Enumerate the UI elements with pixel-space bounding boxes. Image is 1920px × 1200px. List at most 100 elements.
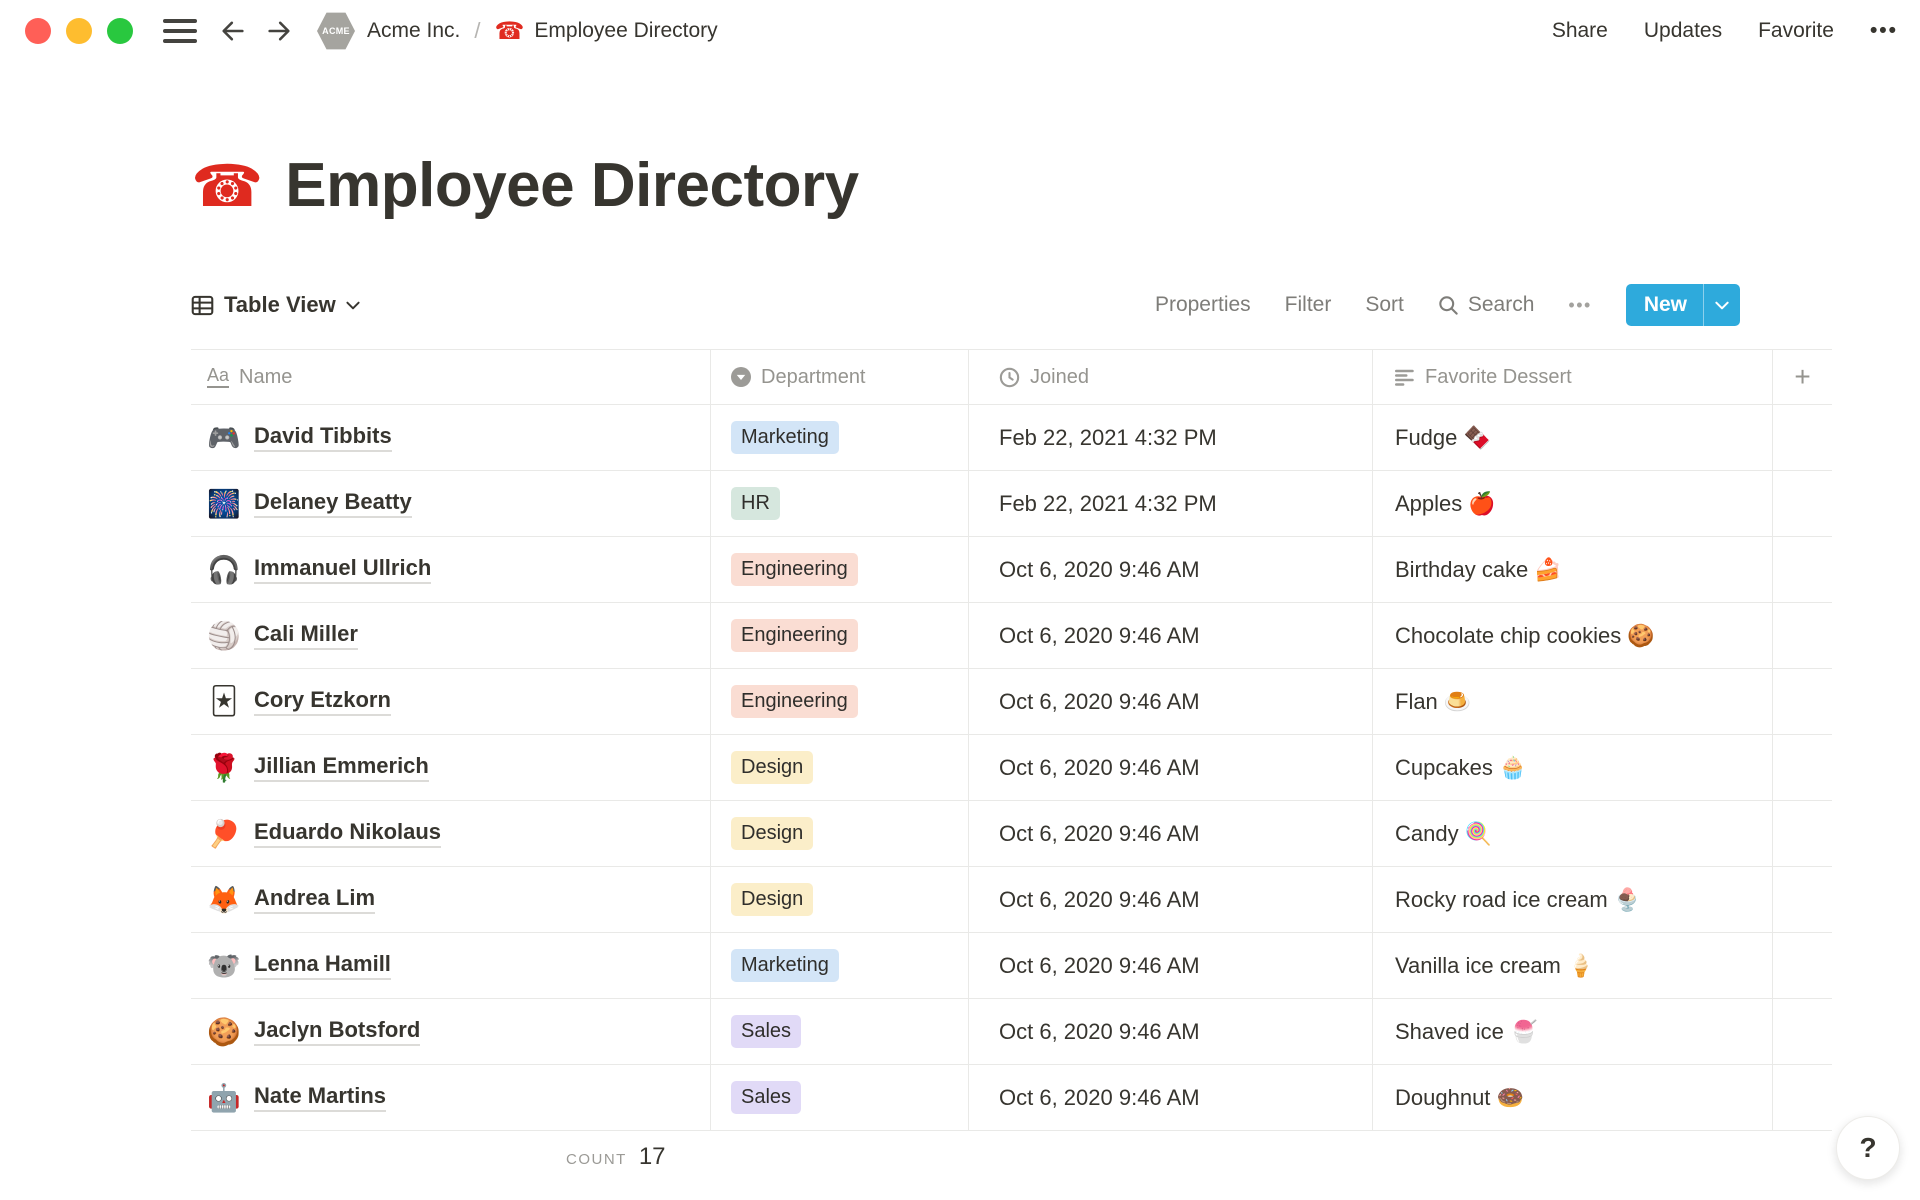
cell-joined[interactable]: Oct 6, 2020 9:46 AM (968, 669, 1372, 734)
view-options-icon[interactable]: ••• (1568, 295, 1591, 316)
new-dropdown-button[interactable] (1704, 284, 1740, 326)
help-button[interactable]: ? (1836, 1116, 1900, 1180)
cell-dessert[interactable]: Candy 🍭 (1372, 801, 1772, 866)
cell-name[interactable]: 🐨Lenna Hamill (191, 933, 710, 998)
new-button-label[interactable]: New (1626, 284, 1703, 326)
cell-dessert[interactable]: Flan 🍮 (1372, 669, 1772, 734)
cell-department[interactable]: Marketing (710, 933, 968, 998)
cell-name[interactable]: 🏐Cali Miller (191, 603, 710, 668)
employee-name-link[interactable]: Immanuel Ullrich (254, 555, 431, 584)
table-count[interactable]: COUNT 17 (566, 1143, 666, 1171)
cell-name[interactable]: 🎆Delaney Beatty (191, 471, 710, 536)
cell-dessert[interactable]: Vanilla ice cream 🍦 (1372, 933, 1772, 998)
cell-department[interactable]: Sales (710, 1065, 968, 1130)
cell-name[interactable]: 🎮David Tibbits (191, 405, 710, 470)
cell-joined[interactable]: Oct 6, 2020 9:46 AM (968, 1065, 1372, 1130)
cell-dessert[interactable]: Doughnut 🍩 (1372, 1065, 1772, 1130)
employee-name-link[interactable]: David Tibbits (254, 423, 392, 452)
column-header-name[interactable]: Aa Name (191, 350, 710, 404)
column-header-joined[interactable]: Joined (968, 350, 1372, 404)
employee-name-link[interactable]: Cory Etzkorn (254, 687, 391, 716)
page-title[interactable]: ☎ Employee Directory (191, 150, 859, 221)
employee-name-link[interactable]: Jaclyn Botsford (254, 1017, 420, 1046)
employee-name-link[interactable]: Delaney Beatty (254, 489, 412, 518)
table-view-icon (191, 294, 214, 317)
cell-department[interactable]: Marketing (710, 405, 968, 470)
cell-joined[interactable]: Oct 6, 2020 9:46 AM (968, 999, 1372, 1064)
table-row[interactable]: 🌹Jillian EmmerichDesignOct 6, 2020 9:46 … (191, 735, 1832, 801)
more-options-icon[interactable]: ••• (1870, 19, 1898, 43)
table-row[interactable]: 🎮David TibbitsMarketingFeb 22, 2021 4:32… (191, 405, 1832, 471)
cell-dessert[interactable]: Cupcakes 🧁 (1372, 735, 1772, 800)
breadcrumb-workspace[interactable]: Acme Inc. (367, 19, 460, 43)
updates-button[interactable]: Updates (1644, 19, 1722, 43)
filter-button[interactable]: Filter (1285, 293, 1332, 317)
cell-department[interactable]: Engineering (710, 603, 968, 668)
cell-department[interactable]: HR (710, 471, 968, 536)
column-header-dessert[interactable]: Favorite Dessert (1372, 350, 1772, 404)
cell-joined[interactable]: Oct 6, 2020 9:46 AM (968, 801, 1372, 866)
cell-extra (1772, 471, 1832, 536)
add-column-button[interactable]: + (1772, 350, 1832, 404)
employee-name-link[interactable]: Andrea Lim (254, 885, 375, 914)
cell-name[interactable]: 🌹Jillian Emmerich (191, 735, 710, 800)
cell-name[interactable]: 🃏Cory Etzkorn (191, 669, 710, 734)
cell-department[interactable]: Engineering (710, 669, 968, 734)
table-view-switcher[interactable]: Table View (191, 292, 360, 318)
table-row[interactable]: 🏐Cali MillerEngineeringOct 6, 2020 9:46 … (191, 603, 1832, 669)
cell-department[interactable]: Design (710, 801, 968, 866)
back-arrow-icon[interactable] (219, 17, 247, 45)
table-row[interactable]: 🤖Nate MartinsSalesOct 6, 2020 9:46 AMDou… (191, 1065, 1832, 1131)
cell-dessert[interactable]: Apples 🍎 (1372, 471, 1772, 536)
cell-dessert[interactable]: Shaved ice 🍧 (1372, 999, 1772, 1064)
zoom-window-button[interactable] (107, 18, 133, 44)
table-row[interactable]: 🎆Delaney Beatty HR Feb 22, 2021 4:32 PMApp… (191, 471, 1832, 537)
table-row[interactable]: 🎧Immanuel Ullrich Engineering Oct 6, 2020 … (191, 537, 1832, 603)
breadcrumb-page[interactable]: Employee Directory (534, 19, 717, 43)
workspace-logo[interactable]: ACME (317, 11, 355, 51)
close-window-button[interactable] (25, 18, 51, 44)
minimize-window-button[interactable] (66, 18, 92, 44)
sort-button[interactable]: Sort (1365, 293, 1404, 317)
new-record-button[interactable]: New (1626, 284, 1740, 326)
cell-name[interactable]: 🏓Eduardo Nikolaus (191, 801, 710, 866)
cell-joined[interactable]: Feb 22, 2021 4:32 PM (968, 471, 1372, 536)
cell-name[interactable]: 🍪Jaclyn Botsford (191, 999, 710, 1064)
cell-department[interactable]: Sales (710, 999, 968, 1064)
properties-button[interactable]: Properties (1155, 293, 1251, 317)
employee-name-link[interactable]: Eduardo Nikolaus (254, 819, 441, 848)
table-row[interactable]: 🏓Eduardo NikolausDesignOct 6, 2020 9:46 … (191, 801, 1832, 867)
cell-dessert[interactable]: Chocolate chip cookies 🍪 (1372, 603, 1772, 668)
cell-dessert[interactable]: Fudge 🍫 (1372, 405, 1772, 470)
cell-dessert[interactable]: Birthday cake 🍰 (1372, 537, 1772, 602)
cell-department[interactable]: Design (710, 867, 968, 932)
cell-joined[interactable]: Oct 6, 2020 9:46 AM (968, 603, 1372, 668)
employee-name-link[interactable]: Lenna Hamill (254, 951, 391, 980)
department-tag: HR (731, 487, 780, 520)
employee-name-link[interactable]: Jillian Emmerich (254, 753, 429, 782)
employee-name-link[interactable]: Cali Miller (254, 621, 358, 650)
cell-dessert[interactable]: Rocky road ice cream 🍨 (1372, 867, 1772, 932)
cell-name[interactable]: 🎧Immanuel Ullrich (191, 537, 710, 602)
cell-joined[interactable]: Oct 6, 2020 9:46 AM (968, 867, 1372, 932)
favorite-button[interactable]: Favorite (1758, 19, 1834, 43)
table-row[interactable]: 🃏Cory EtzkornEngineeringOct 6, 2020 9:46… (191, 669, 1832, 735)
table-row[interactable]: 🐨Lenna HamillMarketingOct 6, 2020 9:46 A… (191, 933, 1832, 999)
cell-joined[interactable]: Feb 22, 2021 4:32 PM (968, 405, 1372, 470)
cell-joined[interactable]: Oct 6, 2020 9:46 AM (968, 735, 1372, 800)
cell-joined[interactable]: Oct 6, 2020 9:46 AM (968, 933, 1372, 998)
department-tag: Engineering (731, 553, 858, 586)
share-button[interactable]: Share (1552, 19, 1608, 43)
table-row[interactable]: 🦊Andrea LimDesignOct 6, 2020 9:46 AMRock… (191, 867, 1832, 933)
table-row[interactable]: 🍪Jaclyn BotsfordSalesOct 6, 2020 9:46 AM… (191, 999, 1832, 1065)
column-header-department[interactable]: Department (710, 350, 968, 404)
forward-arrow-icon[interactable] (265, 17, 293, 45)
cell-department[interactable]: Design (710, 735, 968, 800)
cell-joined[interactable]: Oct 6, 2020 9:46 AM (968, 537, 1372, 602)
sidebar-menu-icon[interactable] (163, 19, 197, 43)
search-button[interactable]: Search (1438, 293, 1535, 317)
cell-department[interactable]: Engineering (710, 537, 968, 602)
cell-name[interactable]: 🦊Andrea Lim (191, 867, 710, 932)
cell-name[interactable]: 🤖Nate Martins (191, 1065, 710, 1130)
employee-name-link[interactable]: Nate Martins (254, 1083, 386, 1112)
